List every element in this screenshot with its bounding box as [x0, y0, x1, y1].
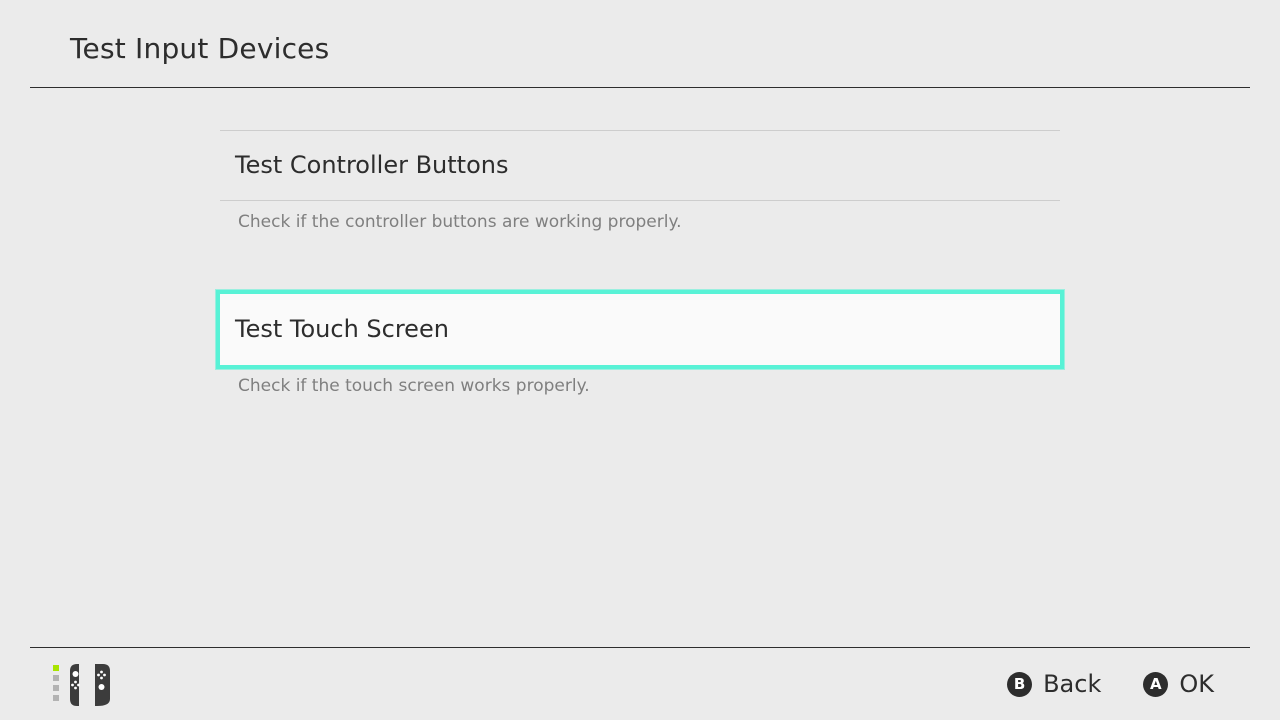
- ok-label: OK: [1179, 670, 1214, 698]
- test-input-devices-screen: Test Input Devices Test Controller Butto…: [0, 0, 1280, 720]
- back-label: Back: [1043, 670, 1102, 698]
- player-led-2: [53, 675, 59, 681]
- a-button-icon: A: [1143, 671, 1169, 697]
- menu-item-test-controller-buttons[interactable]: Test Controller Buttons: [220, 130, 1060, 201]
- footer-divider: [30, 647, 1250, 648]
- footer-actions: B Back A OK: [1007, 668, 1214, 700]
- menu-item-description: Check if the touch screen works properly…: [238, 376, 590, 396]
- menu-item-description: Check if the controller buttons are work…: [238, 212, 682, 232]
- menu-item-test-touch-screen[interactable]: Test Touch Screen: [216, 290, 1064, 369]
- player-led-1: [53, 665, 59, 671]
- player-led-4: [53, 695, 59, 701]
- ok-button[interactable]: A OK: [1143, 670, 1214, 698]
- menu-item-label: Test Controller Buttons: [235, 151, 509, 179]
- menu-item-label: Test Touch Screen: [235, 315, 449, 343]
- joy-con-pair-icon: [50, 663, 114, 707]
- header-divider: [30, 87, 1250, 88]
- controller-status-graphic: [53, 664, 110, 706]
- player-led-3: [53, 685, 59, 691]
- b-button-icon: B: [1007, 671, 1033, 697]
- page-title: Test Input Devices: [70, 32, 330, 65]
- back-button[interactable]: B Back: [1007, 670, 1101, 698]
